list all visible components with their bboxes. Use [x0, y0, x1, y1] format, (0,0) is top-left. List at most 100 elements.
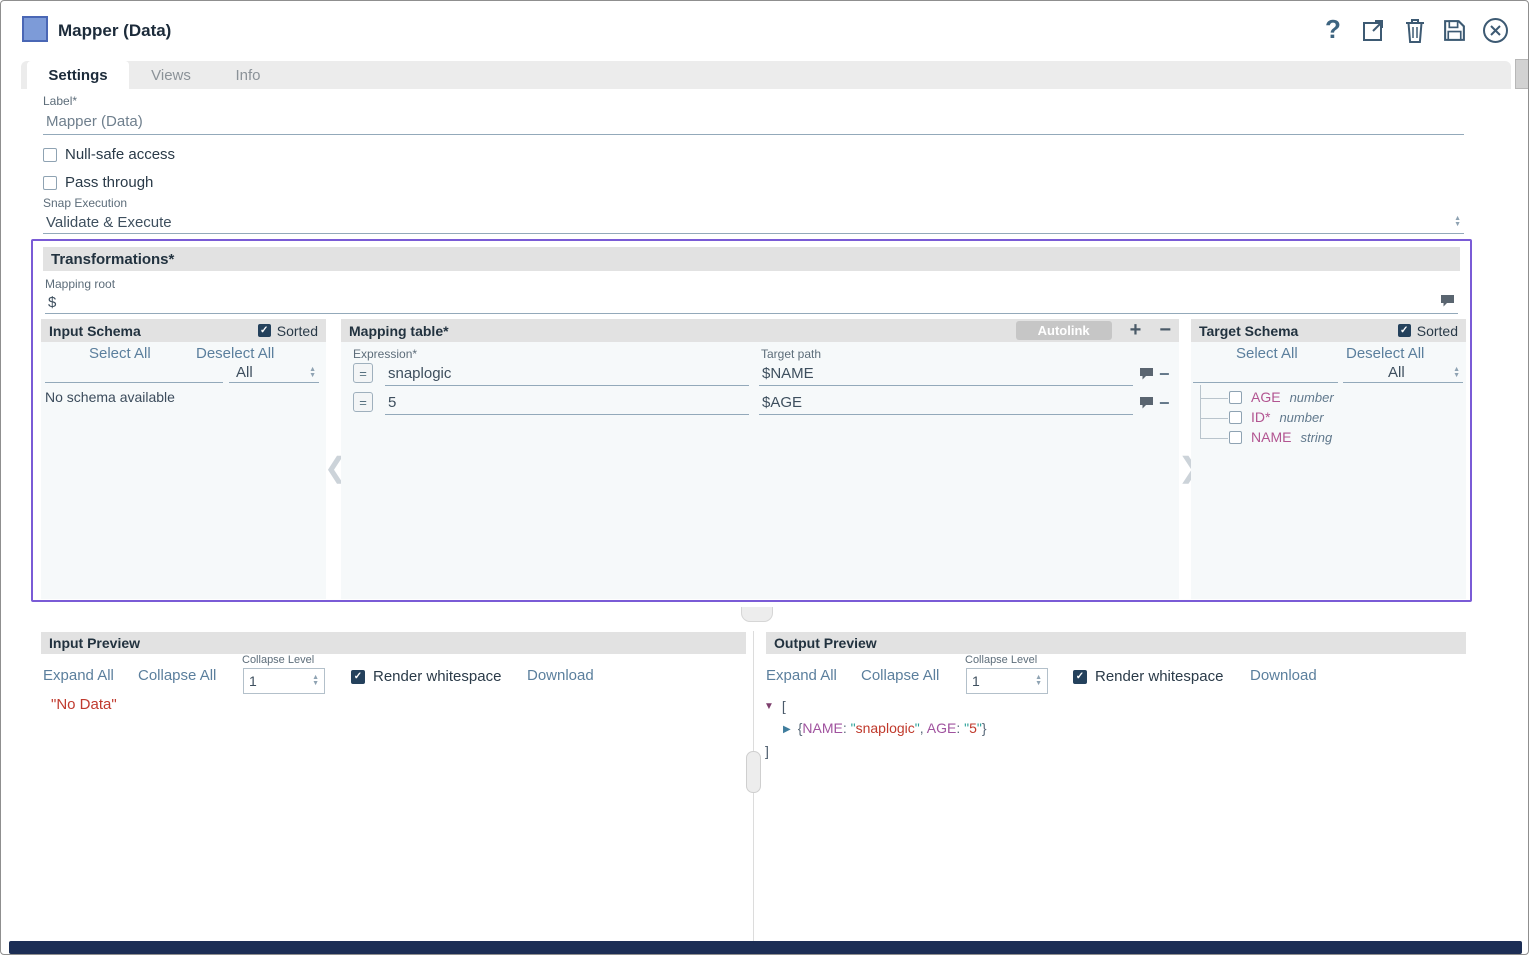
close-icon[interactable] [1481, 16, 1510, 50]
pass-through-checkbox[interactable] [43, 176, 57, 190]
collapse-level-value: 1 [972, 673, 980, 689]
help-icon[interactable]: ? [1325, 14, 1341, 45]
transformations-header: Transformations* [43, 247, 1460, 271]
target-field-name: NAME [1251, 429, 1291, 445]
spinner-icon[interactable]: ▲▼ [1035, 675, 1042, 687]
tab-views-label: Views [151, 67, 191, 84]
comment-icon[interactable] [1440, 294, 1455, 311]
target-path-value: $NAME [762, 365, 814, 382]
mapping-table-header: Mapping table* Autolink + − [341, 319, 1179, 342]
tab-views[interactable]: Views [129, 61, 213, 89]
tab-info-label: Info [235, 67, 260, 84]
trash-icon[interactable] [1403, 17, 1427, 49]
input-preview-collapse-level-label: Collapse Level [242, 654, 314, 666]
input-schema-empty-text: No schema available [45, 389, 175, 405]
comment-icon[interactable] [1139, 367, 1154, 385]
target-field-checkbox[interactable] [1229, 411, 1242, 424]
null-safe-checkbox[interactable] [43, 148, 57, 162]
target-schema-filter-scope-select[interactable]: All ▲▼ [1343, 363, 1463, 383]
target-field-name: ID* [1251, 409, 1270, 425]
target-field-checkbox[interactable] [1229, 391, 1242, 404]
target-schema-deselect-all[interactable]: Deselect All [1346, 345, 1424, 362]
json-open-bracket: [ [782, 698, 786, 714]
autolink-button[interactable]: Autolink [1016, 321, 1112, 340]
expression-toggle-button[interactable]: = [353, 363, 373, 383]
input-preview-collapse-all[interactable]: Collapse All [138, 667, 216, 684]
input-preview-expand-all[interactable]: Expand All [43, 667, 114, 684]
input-preview-render-whitespace-row: Render whitespace [351, 668, 501, 685]
remove-row-button[interactable]: − [1159, 394, 1170, 412]
expression-value: snaplogic [388, 365, 451, 382]
spinner-icon[interactable]: ▲▼ [1454, 216, 1461, 228]
dialog-title: Mapper (Data) [58, 21, 171, 41]
input-schema-filter-scope-select[interactable]: All ▲▼ [229, 363, 319, 383]
section-collapse-handle[interactable] [741, 607, 773, 622]
expression-input[interactable]: 5 [385, 390, 749, 415]
output-preview-collapse-all[interactable]: Collapse All [861, 667, 939, 684]
tree-connector [1200, 438, 1228, 439]
input-schema-deselect-all[interactable]: Deselect All [196, 345, 274, 362]
mapping-root-value: $ [48, 294, 56, 311]
target-schema-title: Target Schema [1199, 323, 1298, 339]
open-external-icon[interactable] [1361, 17, 1387, 48]
remove-rows-button[interactable]: − [1159, 319, 1171, 342]
spinner-icon[interactable]: ▲▼ [1453, 367, 1460, 379]
spinner-icon[interactable]: ▲▼ [309, 367, 316, 379]
null-safe-label: Null-safe access [65, 146, 175, 163]
target-field-name: AGE [1251, 389, 1281, 405]
output-preview-download[interactable]: Download [1250, 667, 1317, 684]
target-schema-filter-input[interactable] [1193, 363, 1338, 383]
target-schema-select-all[interactable]: Select All [1236, 345, 1298, 362]
input-schema-select-all[interactable]: Select All [89, 345, 151, 362]
background-artifact [1515, 59, 1529, 89]
target-field-row: AGE number [1229, 389, 1334, 405]
json-object-text: {NAME: "snaplogic", AGE: "5"} [798, 720, 987, 738]
render-whitespace-checkbox[interactable] [351, 670, 365, 684]
json-object-line: ▶ {NAME: "snaplogic", AGE: "5"} [783, 720, 987, 738]
expand-caret-icon[interactable]: ▶ [783, 724, 791, 735]
snap-execution-value: Validate & Execute [46, 214, 172, 231]
mapping-root-input[interactable]: $ [45, 292, 1458, 314]
input-preview-download[interactable]: Download [527, 667, 594, 684]
render-whitespace-label: Render whitespace [373, 668, 501, 685]
target-path-input[interactable]: $NAME [759, 361, 1133, 386]
tab-settings[interactable]: Settings [27, 61, 129, 89]
preview-divider-handle[interactable] [746, 751, 761, 793]
input-schema-sorted-checkbox[interactable] [258, 324, 271, 337]
target-field-type: number [1279, 410, 1323, 425]
mapper-dialog: Mapper (Data) ? Settings [0, 0, 1529, 955]
output-preview-collapse-level-input[interactable]: 1 ▲▼ [966, 668, 1048, 694]
render-whitespace-checkbox[interactable] [1073, 670, 1087, 684]
spinner-icon[interactable]: ▲▼ [312, 675, 319, 687]
target-schema-header: Target Schema Sorted [1191, 319, 1466, 342]
input-preview-collapse-level-input[interactable]: 1 ▲▼ [243, 668, 325, 694]
label-input[interactable]: Mapper (Data) [43, 109, 1464, 135]
snap-execution-caption: Snap Execution [43, 196, 127, 210]
expression-toggle-button[interactable]: = [353, 392, 373, 412]
render-whitespace-label: Render whitespace [1095, 668, 1223, 685]
collapse-caret-icon[interactable]: ▼ [764, 701, 774, 712]
target-schema-panel [1191, 319, 1466, 599]
expression-input[interactable]: snaplogic [385, 361, 749, 386]
comment-icon[interactable] [1139, 396, 1154, 414]
tab-info[interactable]: Info [213, 61, 283, 89]
target-schema-sorted-checkbox[interactable] [1398, 324, 1411, 337]
input-schema-filter-input[interactable] [45, 363, 223, 383]
pass-through-label: Pass through [65, 174, 153, 191]
save-icon[interactable] [1442, 18, 1467, 48]
expression-value: 5 [388, 394, 396, 411]
snap-execution-select[interactable]: Validate & Execute ▲▼ [43, 211, 1464, 234]
target-field-checkbox[interactable] [1229, 431, 1242, 444]
output-preview-expand-all[interactable]: Expand All [766, 667, 837, 684]
pass-through-row: Pass through [43, 174, 153, 191]
target-path-input[interactable]: $AGE [759, 390, 1133, 415]
input-schema-panel [41, 319, 326, 599]
target-field-type: string [1300, 430, 1332, 445]
target-path-column-header: Target path [761, 347, 821, 361]
add-row-button[interactable]: + [1130, 319, 1142, 342]
remove-row-button[interactable]: − [1159, 365, 1170, 383]
input-schema-title: Input Schema [49, 323, 141, 339]
input-schema-filter-scope-value: All [232, 364, 253, 381]
target-path-value: $AGE [762, 394, 802, 411]
target-field-type: number [1290, 390, 1334, 405]
